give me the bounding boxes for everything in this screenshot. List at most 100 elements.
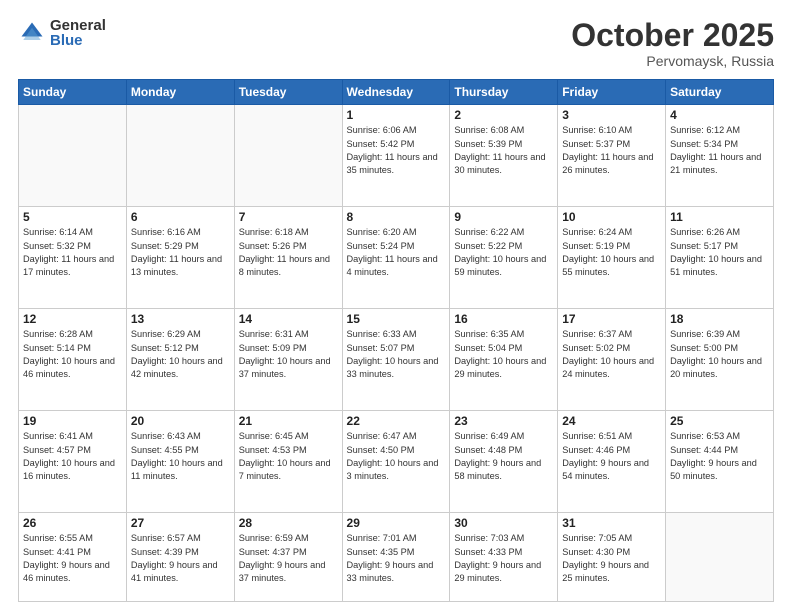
col-thursday: Thursday (450, 80, 558, 105)
table-row: 15 Sunrise: 6:33 AM Sunset: 5:07 PM Dayli… (342, 309, 450, 411)
day-number: 17 (562, 312, 661, 326)
day-info: Sunrise: 6:18 AM Sunset: 5:26 PM Dayligh… (239, 226, 338, 279)
table-row: 21 Sunrise: 6:45 AM Sunset: 4:53 PM Dayli… (234, 411, 342, 513)
day-info: Sunrise: 6:35 AM Sunset: 5:04 PM Dayligh… (454, 328, 553, 381)
calendar-table: Sunday Monday Tuesday Wednesday Thursday… (18, 79, 774, 602)
day-info: Sunrise: 6:59 AM Sunset: 4:37 PM Dayligh… (239, 532, 338, 585)
day-info: Sunrise: 6:37 AM Sunset: 5:02 PM Dayligh… (562, 328, 661, 381)
day-number: 13 (131, 312, 230, 326)
calendar-week-row: 12Sunrise: 6:28 AM Sunset: 5:14 PM Dayli… (19, 309, 774, 411)
day-info: Sunrise: 6:06 AM Sunset: 5:42 PM Dayligh… (347, 124, 446, 177)
table-row: 28 Sunrise: 6:59 AM Sunset: 4:37 PM Dayli… (234, 513, 342, 602)
table-row: 7 Sunrise: 6:18 AM Sunset: 5:26 PM Daylig… (234, 207, 342, 309)
day-number: 10 (562, 210, 661, 224)
table-row (19, 105, 127, 207)
table-row: 4 Sunrise: 6:12 AM Sunset: 5:34 PM Daylig… (666, 105, 774, 207)
day-info: Sunrise: 6:16 AM Sunset: 5:29 PM Dayligh… (131, 226, 230, 279)
table-row: 2 Sunrise: 6:08 AM Sunset: 5:39 PM Daylig… (450, 105, 558, 207)
table-row: 26Sunrise: 6:55 AM Sunset: 4:41 PM Dayli… (19, 513, 127, 602)
day-info: Sunrise: 6:43 AM Sunset: 4:55 PM Dayligh… (131, 430, 230, 483)
logo: General Blue (18, 18, 106, 48)
logo-general-text: General (50, 18, 106, 33)
day-number: 2 (454, 108, 553, 122)
day-info: Sunrise: 6:45 AM Sunset: 4:53 PM Dayligh… (239, 430, 338, 483)
day-info: Sunrise: 6:12 AM Sunset: 5:34 PM Dayligh… (670, 124, 769, 177)
table-row: 13 Sunrise: 6:29 AM Sunset: 5:12 PM Dayli… (126, 309, 234, 411)
table-row: 22Sunrise: 6:47 AM Sunset: 4:50 PM Dayli… (342, 411, 450, 513)
day-number: 28 (239, 516, 338, 530)
table-row (666, 513, 774, 602)
table-row: 23 Sunrise: 6:49 AM Sunset: 4:48 PM Dayli… (450, 411, 558, 513)
table-row: 6Sunrise: 6:16 AM Sunset: 5:29 PM Daylig… (126, 207, 234, 309)
day-info: Sunrise: 6:31 AM Sunset: 5:09 PM Dayligh… (239, 328, 338, 381)
table-row: 12Sunrise: 6:28 AM Sunset: 5:14 PM Dayli… (19, 309, 127, 411)
table-row: 30 Sunrise: 7:03 AM Sunset: 4:33 PM Dayli… (450, 513, 558, 602)
day-info: Sunrise: 7:05 AM Sunset: 4:30 PM Dayligh… (562, 532, 661, 585)
table-row: 27Sunrise: 6:57 AM Sunset: 4:39 PM Dayli… (126, 513, 234, 602)
day-info: Sunrise: 7:03 AM Sunset: 4:33 PM Dayligh… (454, 532, 553, 585)
logo-blue-text: Blue (50, 33, 106, 48)
day-info: Sunrise: 6:14 AM Sunset: 5:32 PM Dayligh… (23, 226, 122, 279)
day-number: 3 (562, 108, 661, 122)
col-friday: Friday (558, 80, 666, 105)
table-row: 18 Sunrise: 6:39 AM Sunset: 5:00 PM Dayli… (666, 309, 774, 411)
table-row: 5 Sunrise: 6:14 AM Sunset: 5:32 PM Daylig… (19, 207, 127, 309)
day-number: 19 (23, 414, 122, 428)
day-info: Sunrise: 6:57 AM Sunset: 4:39 PM Dayligh… (131, 532, 230, 585)
day-info: Sunrise: 6:10 AM Sunset: 5:37 PM Dayligh… (562, 124, 661, 177)
table-row: 10 Sunrise: 6:24 AM Sunset: 5:19 PM Dayli… (558, 207, 666, 309)
col-wednesday: Wednesday (342, 80, 450, 105)
title-area: October 2025 Pervomaysk, Russia (571, 18, 774, 69)
calendar-week-row: 5 Sunrise: 6:14 AM Sunset: 5:32 PM Daylig… (19, 207, 774, 309)
day-number: 21 (239, 414, 338, 428)
day-number: 4 (670, 108, 769, 122)
table-row: 16 Sunrise: 6:35 AM Sunset: 5:04 PM Dayli… (450, 309, 558, 411)
col-tuesday: Tuesday (234, 80, 342, 105)
table-row: 25Sunrise: 6:53 AM Sunset: 4:44 PM Dayli… (666, 411, 774, 513)
day-number: 8 (347, 210, 446, 224)
table-row: 14Sunrise: 6:31 AM Sunset: 5:09 PM Dayli… (234, 309, 342, 411)
table-row: 20Sunrise: 6:43 AM Sunset: 4:55 PM Dayli… (126, 411, 234, 513)
day-info: Sunrise: 6:51 AM Sunset: 4:46 PM Dayligh… (562, 430, 661, 483)
day-info: Sunrise: 6:47 AM Sunset: 4:50 PM Dayligh… (347, 430, 446, 483)
day-number: 7 (239, 210, 338, 224)
day-info: Sunrise: 6:29 AM Sunset: 5:12 PM Dayligh… (131, 328, 230, 381)
day-info: Sunrise: 6:41 AM Sunset: 4:57 PM Dayligh… (23, 430, 122, 483)
day-number: 16 (454, 312, 553, 326)
calendar-week-row: 26Sunrise: 6:55 AM Sunset: 4:41 PM Dayli… (19, 513, 774, 602)
day-number: 11 (670, 210, 769, 224)
day-info: Sunrise: 6:22 AM Sunset: 5:22 PM Dayligh… (454, 226, 553, 279)
page: General Blue October 2025 Pervomaysk, Ru… (0, 0, 792, 612)
subtitle: Pervomaysk, Russia (571, 53, 774, 69)
day-number: 12 (23, 312, 122, 326)
day-number: 9 (454, 210, 553, 224)
day-number: 25 (670, 414, 769, 428)
table-row: 31Sunrise: 7:05 AM Sunset: 4:30 PM Dayli… (558, 513, 666, 602)
day-info: Sunrise: 6:49 AM Sunset: 4:48 PM Dayligh… (454, 430, 553, 483)
day-number: 15 (347, 312, 446, 326)
day-number: 23 (454, 414, 553, 428)
day-info: Sunrise: 6:08 AM Sunset: 5:39 PM Dayligh… (454, 124, 553, 177)
calendar-week-row: 1Sunrise: 6:06 AM Sunset: 5:42 PM Daylig… (19, 105, 774, 207)
day-number: 18 (670, 312, 769, 326)
day-number: 5 (23, 210, 122, 224)
table-row: 11Sunrise: 6:26 AM Sunset: 5:17 PM Dayli… (666, 207, 774, 309)
calendar-header-row: Sunday Monday Tuesday Wednesday Thursday… (19, 80, 774, 105)
day-info: Sunrise: 6:20 AM Sunset: 5:24 PM Dayligh… (347, 226, 446, 279)
table-row: 1Sunrise: 6:06 AM Sunset: 5:42 PM Daylig… (342, 105, 450, 207)
day-number: 29 (347, 516, 446, 530)
header: General Blue October 2025 Pervomaysk, Ru… (18, 18, 774, 69)
day-number: 24 (562, 414, 661, 428)
table-row: 17 Sunrise: 6:37 AM Sunset: 5:02 PM Dayli… (558, 309, 666, 411)
table-row: 29 Sunrise: 7:01 AM Sunset: 4:35 PM Dayli… (342, 513, 450, 602)
col-saturday: Saturday (666, 80, 774, 105)
day-info: Sunrise: 6:33 AM Sunset: 5:07 PM Dayligh… (347, 328, 446, 381)
table-row: 24 Sunrise: 6:51 AM Sunset: 4:46 PM Dayli… (558, 411, 666, 513)
day-info: Sunrise: 7:01 AM Sunset: 4:35 PM Dayligh… (347, 532, 446, 585)
month-title: October 2025 (571, 18, 774, 53)
table-row (126, 105, 234, 207)
day-number: 30 (454, 516, 553, 530)
col-sunday: Sunday (19, 80, 127, 105)
day-info: Sunrise: 6:24 AM Sunset: 5:19 PM Dayligh… (562, 226, 661, 279)
day-info: Sunrise: 6:39 AM Sunset: 5:00 PM Dayligh… (670, 328, 769, 381)
